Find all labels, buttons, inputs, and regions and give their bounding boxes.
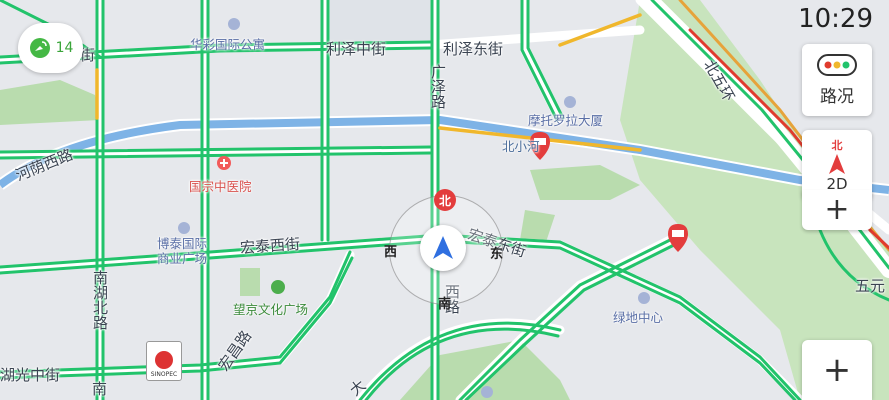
poi-label[interactable]: 摩托罗拉大厦 [528, 110, 603, 129]
poi-label[interactable]: 博泰国际商业广场 [157, 236, 217, 266]
road-label: 广泽路 [429, 64, 447, 109]
road-label: 五元 [855, 277, 886, 295]
sinopec-label: SINOPEC [150, 371, 178, 378]
poi-label[interactable]: 国宗中医院 [189, 176, 252, 195]
traffic-label: 路况 [820, 86, 854, 107]
road-label: 宏泰西街 [239, 234, 301, 258]
hospital-marker-icon [217, 156, 231, 170]
building-marker-icon [228, 18, 240, 30]
poi-label[interactable]: 华彩国际公寓 [190, 34, 265, 53]
traffic-light-icon [817, 53, 857, 76]
current-location-marker [420, 225, 466, 271]
park-marker-icon [271, 280, 285, 294]
compass-south: 南 [438, 297, 452, 312]
building-marker-icon [638, 292, 650, 304]
plus-icon: + [822, 350, 852, 390]
building-marker-icon [564, 96, 576, 108]
road-label: 湖光中街 [0, 366, 61, 384]
park-area [240, 268, 260, 296]
building-marker-icon [178, 222, 190, 234]
gps-signal-badge[interactable]: 14 [18, 23, 83, 73]
compass-north-badge: 北 [434, 189, 456, 211]
clock: 10:29 [798, 4, 873, 34]
poi-label[interactable]: 望京文化广场 [233, 299, 308, 318]
plus-icon: + [824, 192, 850, 227]
river-label: 北小河 [502, 139, 540, 154]
compass-east: 东 [490, 247, 504, 262]
zoom-in-button-bottom[interactable]: + [802, 340, 872, 400]
traffic-toggle-button[interactable]: 路况 [802, 44, 872, 116]
sinopec-logo-icon [155, 351, 173, 369]
compass-west: 西 [384, 245, 398, 260]
road-label: 利泽中街 [326, 40, 387, 58]
poi-label[interactable]: 绿地中心 [613, 307, 663, 326]
zoom-in-button[interactable]: + [802, 190, 872, 230]
mode-north-label: 北 [831, 139, 843, 152]
road-label: 南湖北路 [91, 270, 109, 330]
gps-satellite-count: 14 [55, 40, 74, 56]
navigation-arrow-icon [433, 236, 453, 259]
sinopec-marker[interactable]: SINOPEC [146, 341, 182, 381]
building-marker-icon [481, 386, 493, 398]
satellite-icon [29, 38, 50, 58]
road-label: 南 [92, 380, 108, 398]
road-label: 利泽东街 [443, 40, 504, 58]
north-arrow-icon [829, 154, 845, 174]
